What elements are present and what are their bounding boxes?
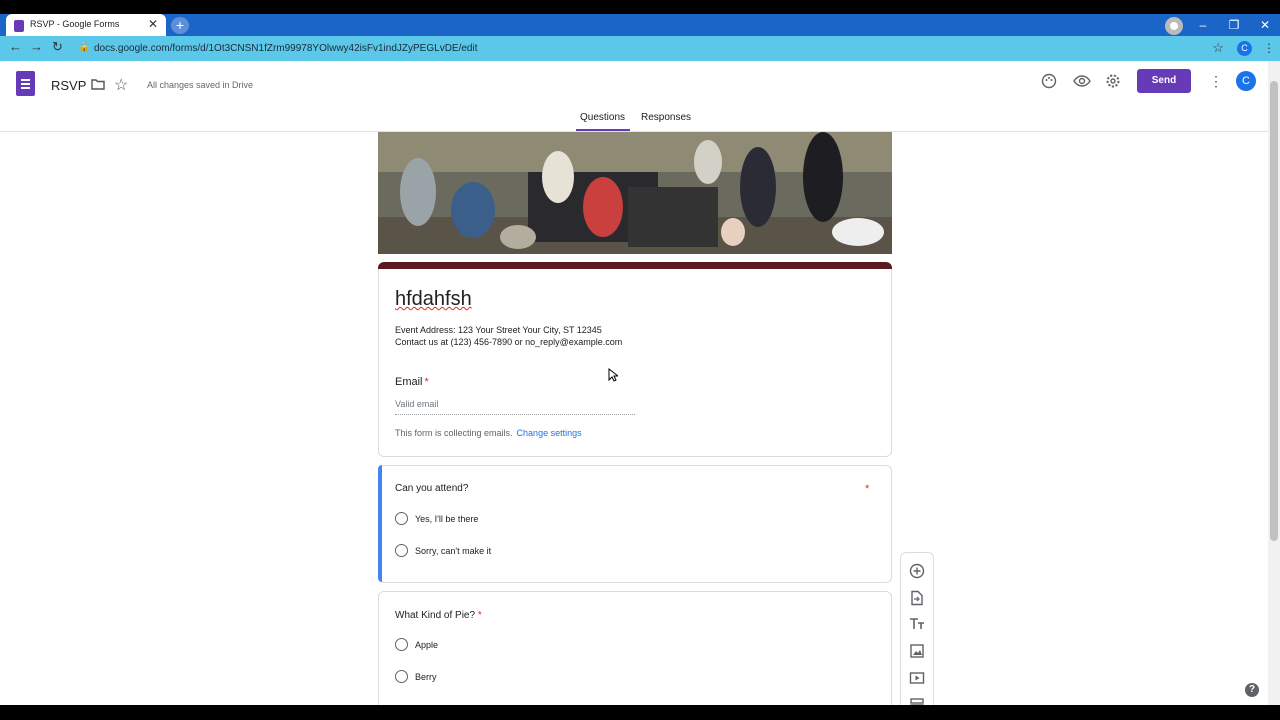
radio-button[interactable] bbox=[395, 544, 408, 557]
radio-button[interactable] bbox=[395, 670, 408, 683]
browser-toolbar: ← → ↻ 🔒 docs.google.com/forms/d/1Ot3CNSN… bbox=[0, 36, 1280, 61]
document-title[interactable]: RSVP bbox=[51, 78, 86, 93]
selected-question-accent bbox=[378, 465, 382, 582]
option-label[interactable]: Sorry, can't make it bbox=[415, 546, 491, 556]
preview-eye-icon[interactable] bbox=[1073, 73, 1091, 91]
radio-button[interactable] bbox=[395, 638, 408, 651]
change-settings-link[interactable]: Change settings bbox=[517, 428, 582, 438]
collecting-emails-text: This form is collecting emails. bbox=[395, 428, 513, 438]
star-icon[interactable]: ☆ bbox=[114, 75, 128, 95]
required-asterisk: * bbox=[865, 483, 870, 495]
palette-icon[interactable] bbox=[1041, 73, 1059, 91]
add-question-icon[interactable] bbox=[909, 563, 925, 579]
page-scrollbar[interactable] bbox=[1268, 61, 1280, 705]
add-section-icon[interactable] bbox=[909, 696, 925, 705]
browser-tab[interactable]: RSVP - Google Forms ✕ bbox=[6, 14, 166, 36]
question-title[interactable]: What Kind of Pie? bbox=[395, 610, 475, 621]
tab-title: RSVP - Google Forms bbox=[30, 19, 120, 29]
browser-profile-icon[interactable] bbox=[1165, 17, 1183, 35]
scrollbar-thumb[interactable] bbox=[1270, 81, 1278, 541]
question-title-wrapper: What Kind of Pie? * bbox=[395, 610, 482, 621]
settings-gear-icon[interactable] bbox=[1105, 73, 1123, 91]
option-label[interactable]: Berry bbox=[415, 672, 437, 682]
browser-tab-strip bbox=[0, 14, 1280, 36]
mouse-cursor-icon bbox=[608, 367, 620, 387]
forms-favicon-icon bbox=[14, 20, 24, 32]
title-card-accent-bar bbox=[378, 262, 892, 269]
forward-icon[interactable]: → bbox=[30, 39, 43, 54]
question-card-pie[interactable]: What Kind of Pie? * Apple Berry bbox=[378, 591, 892, 705]
collecting-emails-note: This form is collecting emails. Change se… bbox=[395, 428, 582, 438]
close-window-button[interactable]: ✕ bbox=[1250, 14, 1280, 36]
form-description-line[interactable]: Event Address: 123 Your Street Your City… bbox=[395, 325, 602, 335]
form-header-image bbox=[378, 132, 892, 254]
import-questions-icon[interactable] bbox=[909, 590, 925, 606]
bookmark-star-icon[interactable]: ☆ bbox=[1212, 40, 1224, 56]
form-title[interactable]: hfdahfsh bbox=[395, 288, 472, 311]
add-video-icon[interactable] bbox=[909, 670, 925, 686]
minimize-button[interactable]: – bbox=[1188, 14, 1218, 36]
option-label[interactable]: Yes, I'll be there bbox=[415, 514, 478, 524]
option-label[interactable]: Apple bbox=[415, 640, 438, 650]
restore-button[interactable]: ❐ bbox=[1219, 14, 1249, 36]
form-description-line[interactable]: Contact us at (123) 456-7890 or no_reply… bbox=[395, 337, 622, 347]
address-bar[interactable]: 🔒 docs.google.com/forms/d/1Ot3CNSN1fZrm9… bbox=[74, 39, 1226, 58]
add-image-icon[interactable] bbox=[909, 643, 925, 659]
forms-logo-icon[interactable] bbox=[16, 71, 35, 96]
tab-close-icon[interactable]: ✕ bbox=[148, 17, 158, 31]
form-title-card[interactable]: hfdahfsh Event Address: 123 Your Street … bbox=[378, 262, 892, 457]
question-toolbar bbox=[900, 552, 934, 705]
back-icon[interactable]: ← bbox=[9, 39, 22, 54]
email-label-text: Email bbox=[395, 376, 423, 388]
more-options-icon[interactable]: ⋮ bbox=[1209, 73, 1223, 90]
required-asterisk: * bbox=[477, 610, 482, 621]
forms-page: RSVP ☆ All changes saved in Drive Send ⋮… bbox=[0, 61, 1280, 705]
account-avatar[interactable]: C bbox=[1236, 71, 1256, 91]
email-question-label: Email * bbox=[395, 376, 429, 388]
lock-icon: 🔒 bbox=[78, 42, 91, 53]
browser-menu-icon[interactable]: ⋮ bbox=[1263, 41, 1275, 55]
question-title[interactable]: Can you attend? bbox=[395, 483, 468, 494]
email-field[interactable]: Valid email bbox=[395, 399, 438, 409]
email-field-underline bbox=[395, 414, 635, 415]
new-tab-button[interactable]: + bbox=[171, 17, 189, 34]
send-button[interactable]: Send bbox=[1137, 69, 1191, 93]
add-title-icon[interactable] bbox=[909, 616, 925, 632]
help-icon[interactable]: ? bbox=[1245, 683, 1259, 697]
question-card-attend[interactable]: Can you attend? * Yes, I'll be there Sor… bbox=[378, 465, 892, 583]
browser-avatar[interactable]: C bbox=[1237, 41, 1252, 56]
radio-button[interactable] bbox=[395, 512, 408, 525]
reload-icon[interactable]: ↻ bbox=[52, 39, 63, 55]
url-text: docs.google.com/forms/d/1Ot3CNSN1fZrm999… bbox=[94, 43, 478, 54]
screen-top-bar bbox=[0, 0, 1280, 14]
screen-bottom-bar bbox=[0, 705, 1280, 720]
folder-icon[interactable] bbox=[91, 77, 105, 95]
tab-responses[interactable]: Responses bbox=[641, 112, 691, 123]
save-status: All changes saved in Drive bbox=[147, 80, 254, 90]
required-asterisk: * bbox=[424, 376, 429, 388]
tab-questions[interactable]: Questions bbox=[580, 112, 625, 123]
